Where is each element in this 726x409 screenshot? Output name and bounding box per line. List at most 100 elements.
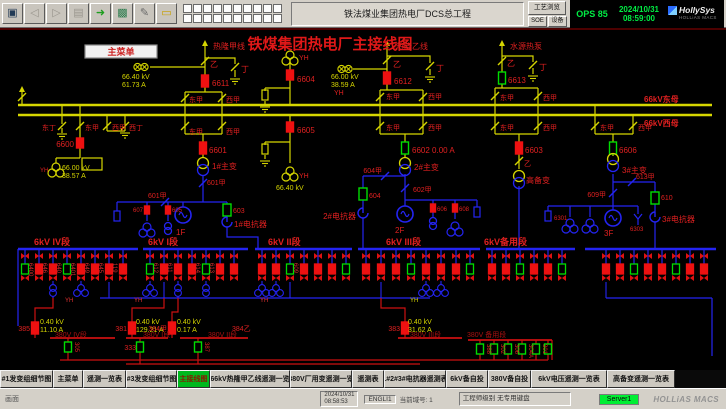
alarm-cell[interactable]	[183, 14, 192, 23]
feeder-bay[interactable]	[407, 249, 415, 281]
nav-button-9[interactable]: 6kV备自投	[446, 370, 488, 388]
feeder-bay[interactable]	[255, 249, 270, 296]
breaker-closed[interactable]	[129, 322, 136, 334]
breaker-open[interactable]	[402, 142, 409, 154]
feeder-bay[interactable]	[466, 249, 474, 281]
feeder-bay[interactable]: 119	[105, 249, 117, 298]
feeder-disconnector[interactable]	[119, 275, 127, 281]
feeder-bay[interactable]	[616, 249, 624, 281]
feeder-disconnector[interactable]	[49, 275, 57, 281]
feeder-disconnector[interactable]	[77, 275, 85, 281]
alarm-cell[interactable]	[193, 14, 202, 23]
disconnector-switch[interactable]	[529, 61, 537, 69]
feeder-breaker-closed[interactable]	[273, 264, 280, 274]
feeder-breaker-closed[interactable]	[378, 264, 385, 274]
feeder-breaker-closed[interactable]	[453, 264, 460, 274]
transformer-2winding[interactable]	[514, 171, 525, 189]
feeder-disconnector[interactable]	[672, 275, 680, 281]
breaker-closed[interactable]	[202, 75, 209, 87]
feeder-bay[interactable]	[630, 249, 638, 281]
feeder-bay[interactable]	[230, 249, 238, 281]
feeder-disconnector[interactable]	[466, 275, 474, 281]
breaker-open[interactable]	[477, 344, 484, 354]
alarm-cell[interactable]	[253, 4, 262, 13]
feeder-bay[interactable]: 6401	[63, 249, 75, 281]
feeder-disconnector[interactable]	[488, 275, 496, 281]
feeder-bay[interactable]	[644, 249, 652, 281]
nav-button-12[interactable]: 高备变遥测一览表	[607, 370, 675, 388]
feeder-disconnector[interactable]	[362, 275, 370, 281]
feeder-breaker-closed[interactable]	[603, 264, 610, 274]
feeder-disconnector[interactable]	[516, 275, 524, 281]
feeder-bay[interactable]	[434, 249, 449, 296]
alarm-cell[interactable]	[263, 4, 272, 13]
transformer-3winding[interactable]	[447, 222, 463, 236]
alarm-cell[interactable]	[233, 14, 242, 23]
alarm-cell[interactable]	[223, 4, 232, 13]
feeder-breaker-closed[interactable]	[175, 264, 182, 274]
feeder-breaker-closed[interactable]	[545, 264, 552, 274]
feeder-disconnector[interactable]	[700, 275, 708, 281]
feeder-bay[interactable]: 6400	[21, 249, 33, 281]
feeder-bay[interactable]	[342, 249, 350, 281]
alarm-cell[interactable]	[243, 4, 252, 13]
alarm-cell[interactable]	[183, 4, 192, 13]
feeder-disconnector[interactable]	[160, 275, 168, 281]
feeder-disconnector[interactable]	[188, 275, 196, 281]
nav-button-5[interactable]: 66kV热隆甲乙线遥测一览	[210, 370, 290, 388]
feeder-bay[interactable]: 645	[91, 249, 103, 281]
nav-button-6[interactable]: 380V厂用变遥测一览	[290, 370, 352, 388]
transformer-3winding[interactable]	[139, 223, 155, 237]
feeder-bay[interactable]	[488, 249, 496, 281]
feeder-breaker-closed[interactable]	[687, 264, 694, 274]
breaker-open[interactable]	[651, 192, 659, 204]
feeder-bay[interactable]	[658, 249, 666, 281]
transformer-2winding[interactable]	[400, 158, 411, 176]
feeder-disconnector[interactable]	[146, 275, 154, 281]
transformer-2winding[interactable]	[165, 223, 172, 235]
feeder-breaker-closed[interactable]	[217, 264, 224, 274]
feeder-disconnector[interactable]	[377, 275, 385, 281]
feeder-disconnector[interactable]	[686, 275, 694, 281]
feeder-disconnector[interactable]	[392, 275, 400, 281]
disconnector-switch[interactable]	[231, 63, 239, 71]
alarm-cell[interactable]	[263, 14, 272, 23]
go-icon[interactable]: ➜	[90, 3, 111, 24]
feeder-breaker-closed[interactable]	[315, 264, 322, 274]
feeder-bay[interactable]	[300, 249, 308, 281]
transformer-2winding[interactable]	[198, 158, 209, 176]
alarm-cell[interactable]	[213, 4, 222, 13]
feeder-breaker-closed[interactable]	[659, 264, 666, 274]
forward-icon[interactable]: ▷	[46, 3, 67, 24]
page-icon[interactable]: ▤	[68, 3, 89, 24]
feeder-breaker-open[interactable]	[343, 264, 350, 274]
feeder-disconnector[interactable]	[437, 275, 445, 281]
feeder-bay[interactable]	[672, 249, 680, 281]
transformer-2winding[interactable]	[608, 154, 619, 172]
feeder-breaker-closed[interactable]	[531, 264, 538, 274]
feeder-disconnector[interactable]	[258, 275, 266, 281]
feeder-disconnector[interactable]	[502, 275, 510, 281]
breaker-closed[interactable]	[516, 142, 523, 154]
feeder-breaker-closed[interactable]	[259, 264, 266, 274]
breaker-open[interactable]	[223, 204, 231, 216]
feeder-disconnector[interactable]	[616, 275, 624, 281]
feeder-disconnector[interactable]	[544, 275, 552, 281]
breaker-open[interactable]	[195, 342, 202, 352]
disconnector-switch[interactable]	[426, 62, 434, 70]
edit-icon[interactable]: ✎	[134, 3, 155, 24]
feeder-disconnector[interactable]	[300, 275, 308, 281]
feeder-breaker-closed[interactable]	[301, 264, 308, 274]
generator[interactable]	[605, 210, 621, 226]
nav-button-11[interactable]: 6kV电压遥测一览表	[531, 370, 607, 388]
breaker-closed[interactable]	[200, 142, 207, 154]
feeder-bay[interactable]: 649YH	[65, 249, 89, 304]
breaker-open[interactable]	[610, 142, 617, 154]
feeder-disconnector[interactable]	[216, 275, 224, 281]
breaker-closed[interactable]	[145, 206, 150, 214]
breaker-closed[interactable]	[32, 322, 39, 334]
keyboard-icon[interactable]: ▭	[156, 3, 177, 24]
process-browse-button[interactable]: 工艺浏览	[528, 1, 566, 15]
feeder-bay[interactable]	[377, 249, 385, 298]
nav-button-10[interactable]: 380V备自投	[488, 370, 531, 388]
